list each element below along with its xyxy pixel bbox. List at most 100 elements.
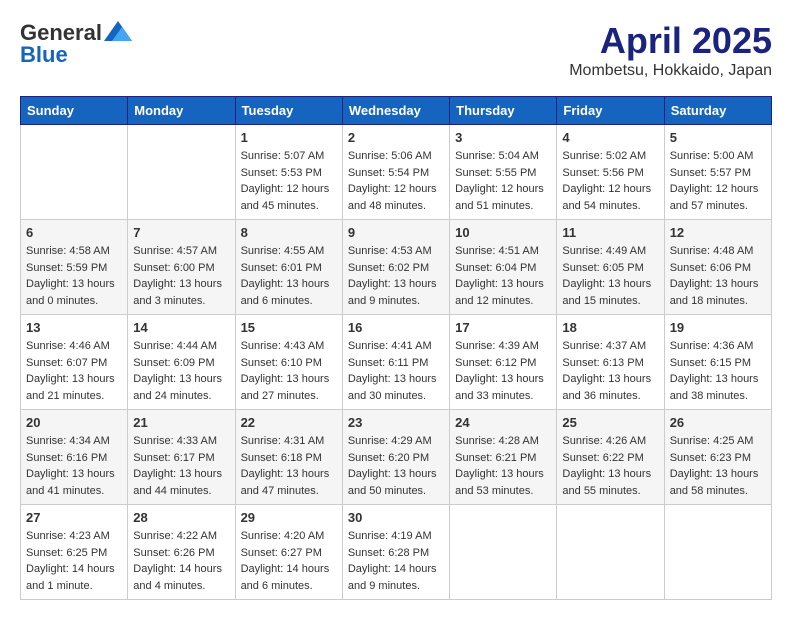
calendar-cell: 18 Sunrise: 4:37 AM Sunset: 6:13 PM Dayli…	[557, 315, 664, 410]
calendar-cell: 6 Sunrise: 4:58 AM Sunset: 5:59 PM Daylig…	[21, 220, 128, 315]
weekday-header: Wednesday	[342, 97, 449, 125]
calendar-cell: 21 Sunrise: 4:33 AM Sunset: 6:17 PM Dayli…	[128, 410, 235, 505]
day-info: Sunrise: 4:28 AM Sunset: 6:21 PM Dayligh…	[455, 433, 551, 499]
calendar-cell: 14 Sunrise: 4:44 AM Sunset: 6:09 PM Dayli…	[128, 315, 235, 410]
day-info: Sunrise: 5:00 AM Sunset: 5:57 PM Dayligh…	[670, 148, 766, 214]
calendar-cell: 15 Sunrise: 4:43 AM Sunset: 6:10 PM Dayli…	[235, 315, 342, 410]
day-info: Sunrise: 4:46 AM Sunset: 6:07 PM Dayligh…	[26, 338, 122, 404]
day-info: Sunrise: 4:26 AM Sunset: 6:22 PM Dayligh…	[562, 433, 658, 499]
page-header: General Blue April 2025 Mombetsu, Hokkai…	[20, 20, 772, 80]
day-number: 26	[670, 415, 766, 430]
day-info: Sunrise: 4:41 AM Sunset: 6:11 PM Dayligh…	[348, 338, 444, 404]
day-info: Sunrise: 4:44 AM Sunset: 6:09 PM Dayligh…	[133, 338, 229, 404]
calendar-cell	[664, 505, 771, 600]
day-number: 30	[348, 510, 444, 525]
day-info: Sunrise: 4:51 AM Sunset: 6:04 PM Dayligh…	[455, 243, 551, 309]
calendar-cell: 10 Sunrise: 4:51 AM Sunset: 6:04 PM Dayli…	[450, 220, 557, 315]
calendar-cell: 24 Sunrise: 4:28 AM Sunset: 6:21 PM Dayli…	[450, 410, 557, 505]
day-info: Sunrise: 4:58 AM Sunset: 5:59 PM Dayligh…	[26, 243, 122, 309]
day-number: 21	[133, 415, 229, 430]
weekday-header: Sunday	[21, 97, 128, 125]
day-info: Sunrise: 4:33 AM Sunset: 6:17 PM Dayligh…	[133, 433, 229, 499]
day-info: Sunrise: 5:06 AM Sunset: 5:54 PM Dayligh…	[348, 148, 444, 214]
day-number: 2	[348, 130, 444, 145]
logo: General Blue	[20, 20, 132, 68]
calendar-cell: 8Sunrise: 4:55 AM Sunset: 6:01 PM Daylig…	[235, 220, 342, 315]
calendar-cell: 12 Sunrise: 4:48 AM Sunset: 6:06 PM Dayli…	[664, 220, 771, 315]
day-number: 12	[670, 225, 766, 240]
day-info: Sunrise: 4:37 AM Sunset: 6:13 PM Dayligh…	[562, 338, 658, 404]
day-info: Sunrise: 4:48 AM Sunset: 6:06 PM Dayligh…	[670, 243, 766, 309]
calendar-cell: 19 Sunrise: 4:36 AM Sunset: 6:15 PM Dayli…	[664, 315, 771, 410]
day-info: Sunrise: 4:20 AM Sunset: 6:27 PM Dayligh…	[241, 528, 337, 594]
calendar-cell: 7 Sunrise: 4:57 AM Sunset: 6:00 PM Daylig…	[128, 220, 235, 315]
calendar-cell: 26 Sunrise: 4:25 AM Sunset: 6:23 PM Dayli…	[664, 410, 771, 505]
calendar-cell	[450, 505, 557, 600]
location: Mombetsu, Hokkaido, Japan	[569, 62, 772, 80]
day-number: 14	[133, 320, 229, 335]
day-info: Sunrise: 4:57 AM Sunset: 6:00 PM Dayligh…	[133, 243, 229, 309]
day-number: 13	[26, 320, 122, 335]
day-number: 17	[455, 320, 551, 335]
day-number: 8	[241, 225, 337, 240]
calendar-cell: 4Sunrise: 5:02 AM Sunset: 5:56 PM Daylig…	[557, 125, 664, 220]
day-number: 27	[26, 510, 122, 525]
day-number: 23	[348, 415, 444, 430]
logo-blue-text: Blue	[20, 42, 68, 68]
day-info: Sunrise: 4:34 AM Sunset: 6:16 PM Dayligh…	[26, 433, 122, 499]
day-number: 10	[455, 225, 551, 240]
day-info: Sunrise: 4:29 AM Sunset: 6:20 PM Dayligh…	[348, 433, 444, 499]
calendar-table: SundayMondayTuesdayWednesdayThursdayFrid…	[20, 96, 772, 600]
day-info: Sunrise: 5:07 AM Sunset: 5:53 PM Dayligh…	[241, 148, 337, 214]
day-number: 19	[670, 320, 766, 335]
day-number: 25	[562, 415, 658, 430]
calendar-cell: 29 Sunrise: 4:20 AM Sunset: 6:27 PM Dayli…	[235, 505, 342, 600]
day-info: Sunrise: 4:39 AM Sunset: 6:12 PM Dayligh…	[455, 338, 551, 404]
calendar-cell: 2 Sunrise: 5:06 AM Sunset: 5:54 PM Daylig…	[342, 125, 449, 220]
calendar-cell: 23 Sunrise: 4:29 AM Sunset: 6:20 PM Dayli…	[342, 410, 449, 505]
title-block: April 2025 Mombetsu, Hokkaido, Japan	[569, 20, 772, 80]
month-title: April 2025	[569, 20, 772, 62]
day-info: Sunrise: 4:36 AM Sunset: 6:15 PM Dayligh…	[670, 338, 766, 404]
day-info: Sunrise: 4:53 AM Sunset: 6:02 PM Dayligh…	[348, 243, 444, 309]
day-number: 24	[455, 415, 551, 430]
day-number: 3	[455, 130, 551, 145]
calendar-cell	[557, 505, 664, 600]
day-info: Sunrise: 5:04 AM Sunset: 5:55 PM Dayligh…	[455, 148, 551, 214]
day-info: Sunrise: 4:19 AM Sunset: 6:28 PM Dayligh…	[348, 528, 444, 594]
day-info: Sunrise: 4:25 AM Sunset: 6:23 PM Dayligh…	[670, 433, 766, 499]
weekday-header: Thursday	[450, 97, 557, 125]
calendar-cell	[21, 125, 128, 220]
day-number: 29	[241, 510, 337, 525]
day-number: 7	[133, 225, 229, 240]
day-number: 28	[133, 510, 229, 525]
weekday-header: Friday	[557, 97, 664, 125]
day-info: Sunrise: 4:31 AM Sunset: 6:18 PM Dayligh…	[241, 433, 337, 499]
day-number: 6	[26, 225, 122, 240]
day-number: 16	[348, 320, 444, 335]
logo-icon	[104, 21, 132, 41]
calendar-cell: 1 Sunrise: 5:07 AM Sunset: 5:53 PM Daylig…	[235, 125, 342, 220]
day-number: 5	[670, 130, 766, 145]
day-info: Sunrise: 4:23 AM Sunset: 6:25 PM Dayligh…	[26, 528, 122, 594]
calendar-cell: 17 Sunrise: 4:39 AM Sunset: 6:12 PM Dayli…	[450, 315, 557, 410]
calendar-cell: 5 Sunrise: 5:00 AM Sunset: 5:57 PM Daylig…	[664, 125, 771, 220]
calendar-cell	[128, 125, 235, 220]
day-number: 11	[562, 225, 658, 240]
day-info: Sunrise: 4:43 AM Sunset: 6:10 PM Dayligh…	[241, 338, 337, 404]
day-number: 18	[562, 320, 658, 335]
calendar-cell: 22 Sunrise: 4:31 AM Sunset: 6:18 PM Dayli…	[235, 410, 342, 505]
day-number: 1	[241, 130, 337, 145]
weekday-header: Saturday	[664, 97, 771, 125]
day-info: Sunrise: 4:49 AM Sunset: 6:05 PM Dayligh…	[562, 243, 658, 309]
calendar-cell: 25 Sunrise: 4:26 AM Sunset: 6:22 PM Dayli…	[557, 410, 664, 505]
day-number: 15	[241, 320, 337, 335]
calendar-cell: 9Sunrise: 4:53 AM Sunset: 6:02 PM Daylig…	[342, 220, 449, 315]
day-number: 22	[241, 415, 337, 430]
day-number: 4	[562, 130, 658, 145]
weekday-header: Monday	[128, 97, 235, 125]
calendar-cell: 20Sunrise: 4:34 AM Sunset: 6:16 PM Dayli…	[21, 410, 128, 505]
calendar-cell: 30 Sunrise: 4:19 AM Sunset: 6:28 PM Dayli…	[342, 505, 449, 600]
calendar-cell: 27 Sunrise: 4:23 AM Sunset: 6:25 PM Dayli…	[21, 505, 128, 600]
calendar-header-row: SundayMondayTuesdayWednesdayThursdayFrid…	[21, 97, 772, 125]
